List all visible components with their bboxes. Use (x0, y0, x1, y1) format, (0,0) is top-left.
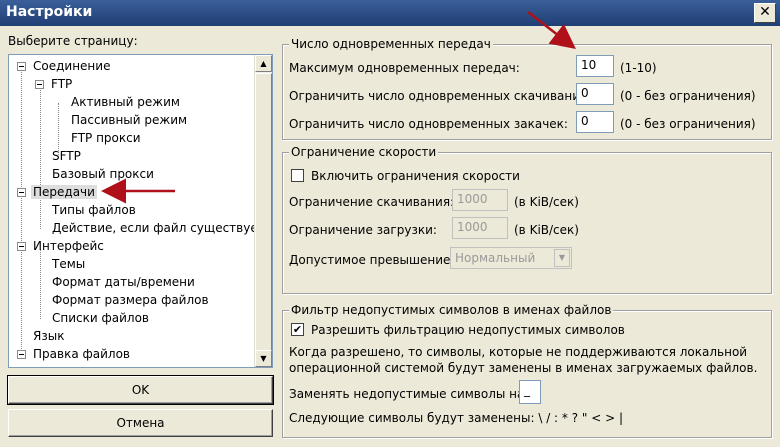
concurrent-transfers-group: Число одновременных передач Максимум одн… (282, 37, 772, 140)
collapse-icon[interactable] (35, 80, 44, 89)
replacement-char-input[interactable]: _ (519, 380, 541, 404)
max-downloads-label: Ограничить число одновременных скачивани… (289, 89, 592, 103)
max-transfers-hint: (1-10) (620, 61, 657, 75)
group-title: Ограничение скорости (289, 145, 439, 159)
close-icon: ✕ (759, 4, 771, 20)
max-uploads-input[interactable]: 0 (576, 111, 614, 133)
max-uploads-label: Ограничить число одновременных закачек: (289, 117, 568, 131)
tree-item-passive-mode[interactable]: Пассивный режим (69, 111, 189, 129)
max-uploads-hint: (0 - без ограничения) (620, 117, 756, 131)
tree-item-size-format[interactable]: Формат размера файлов (50, 291, 211, 309)
chevron-down-icon: ▼ (554, 249, 570, 267)
max-transfers-label: Максимум одновременных передач: (289, 61, 520, 75)
tree-item-file-types[interactable]: Типы файлов (50, 201, 138, 219)
cancel-button[interactable]: Отмена (8, 409, 273, 437)
window-title: Настройки (6, 4, 93, 20)
replaced-chars-label: Следующие символы будут заменены: \ / : … (289, 411, 624, 425)
arrow-up-icon: ▲ (260, 59, 267, 68)
collapse-icon[interactable] (17, 62, 26, 71)
close-button[interactable]: ✕ (754, 3, 776, 23)
collapse-icon[interactable] (17, 188, 26, 197)
tree-scrollbar[interactable]: ▲ ▼ (254, 55, 272, 367)
tree-item-transfers[interactable]: Передачи (13, 183, 97, 201)
filename-filter-group: Фильтр недопустимых символов в именах фа… (282, 303, 772, 438)
title-bar: Настройки ✕ (0, 0, 780, 26)
checkmark-icon: ✔ (292, 323, 303, 336)
max-downloads-input[interactable]: 0 (576, 83, 614, 105)
collapse-icon[interactable] (17, 350, 26, 359)
collapse-icon[interactable] (17, 242, 26, 251)
filter-description-line1: Когда разрешено, то символы, которые не … (289, 345, 748, 359)
tree-item-file-lists[interactable]: Списки файлов (50, 309, 151, 327)
enable-speed-limits-label[interactable]: Включить ограничения скорости (311, 169, 520, 183)
group-title: Фильтр недопустимых символов в именах фа… (289, 303, 614, 317)
burst-tolerance-select[interactable]: Нормальный ▼ (450, 247, 572, 269)
page-tree[interactable]: Соединение FTP Активный режим Пассивный … (8, 54, 273, 368)
download-limit-input[interactable]: 1000 (452, 189, 508, 211)
enable-speed-limits-checkbox[interactable] (291, 169, 304, 182)
tree-item-interface[interactable]: Интерфейс (13, 237, 106, 255)
page-list-label: Выберите страницу: (8, 34, 138, 48)
replacement-char-label: Заменять недопустимые символы на: (289, 387, 529, 401)
tree-item-file-exists-action[interactable]: Действие, если файл существует (50, 219, 267, 237)
max-transfers-input[interactable]: 10 (576, 55, 614, 77)
settings-dialog: Настройки ✕ Выберите страницу: Соединени… (0, 0, 780, 447)
scroll-thumb[interactable] (255, 73, 272, 351)
tree-item-language[interactable]: Язык (31, 327, 66, 345)
tree-line (40, 249, 41, 319)
upload-limit-input[interactable]: 1000 (452, 217, 508, 239)
ok-button[interactable]: OK (7, 375, 274, 405)
arrow-down-icon: ▼ (260, 354, 267, 363)
tree-item-connection[interactable]: Соединение (13, 57, 112, 75)
group-title: Число одновременных передач (289, 37, 493, 51)
download-limit-unit: (в KiB/сек) (514, 195, 579, 209)
tree-item-ftp[interactable]: FTP (31, 75, 74, 93)
tree-item-active-mode[interactable]: Активный режим (69, 93, 182, 111)
download-limit-label: Ограничение скачивания: (289, 195, 455, 209)
enable-filter-checkbox[interactable]: ✔ (291, 323, 304, 336)
upload-limit-label: Ограничение загрузки: (289, 223, 437, 237)
tree-item-themes[interactable]: Темы (50, 255, 87, 273)
tree-item-sftp[interactable]: SFTP (50, 147, 83, 165)
tree-line (21, 69, 22, 349)
tree-item-ftp-proxy[interactable]: FTP прокси (69, 129, 143, 147)
tree-item-generic-proxy[interactable]: Базовый прокси (50, 165, 156, 183)
tree-item-date-format[interactable]: Формат даты/времени (50, 273, 197, 291)
enable-filter-label[interactable]: Разрешить фильтрацию недопустимых символ… (311, 323, 625, 337)
tree-item-file-editing[interactable]: Правка файлов (13, 345, 132, 363)
filter-description-line2: операционной системой будут заменены в и… (289, 361, 758, 375)
speed-limits-group: Ограничение скорости Включить ограничени… (282, 145, 772, 294)
burst-tolerance-label: Допустимое превышение: (289, 253, 455, 267)
scroll-down-button[interactable]: ▼ (255, 350, 272, 367)
burst-tolerance-value: Нормальный (455, 251, 536, 265)
scroll-up-button[interactable]: ▲ (255, 55, 272, 72)
upload-limit-unit: (в KiB/сек) (514, 223, 579, 237)
max-downloads-hint: (0 - без ограничения) (620, 89, 756, 103)
